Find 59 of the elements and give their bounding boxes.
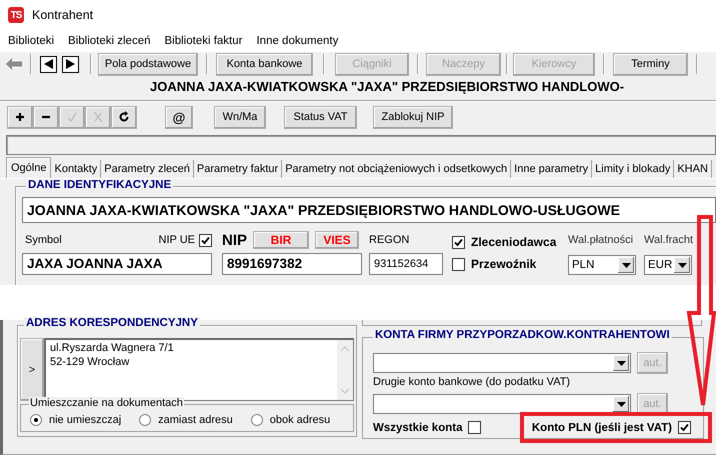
checkmark-icon (200, 234, 211, 246)
group-title: DANE IDENTYFIKACYJNE (26, 179, 174, 191)
field-label: REGON (369, 234, 410, 246)
regon-field[interactable]: 931152634 (369, 253, 443, 275)
minus-icon[interactable] (33, 106, 59, 128)
toolbar-button[interactable]: Konta bankowe (216, 52, 313, 76)
nip-field[interactable]: 8991697382 (222, 253, 362, 275)
radio-label: zamiast adresu (158, 414, 233, 426)
radio-label: nie umieszczaj (49, 414, 122, 426)
checkbox-label: Konto PLN (jeśli jest VAT) (532, 422, 672, 434)
checkmark-icon (453, 236, 464, 248)
menu-item[interactable]: Inne dokumenty (256, 35, 338, 47)
radio-button[interactable] (139, 414, 152, 426)
field-label: Wal.fracht (644, 234, 694, 246)
group-title: ADRES KORESPONDENCYJNY (24, 317, 200, 329)
field-label: NIP UE (158, 234, 195, 246)
email-button[interactable]: @ (165, 106, 193, 128)
checkbox[interactable] (468, 421, 482, 434)
account-dropdown[interactable] (373, 353, 631, 373)
menu-item[interactable]: Biblioteki (8, 35, 54, 47)
toolbar-button[interactable]: Pola podstawowe (98, 52, 198, 76)
field-label: NIP (222, 232, 248, 248)
checkmark-icon (679, 422, 690, 433)
currency-dropdown[interactable]: PLN (568, 255, 636, 275)
radio-button[interactable] (250, 414, 263, 426)
group-title: KONTA FIRMY PRZYPORZADKOW.KONTRAHENTOWI (373, 329, 672, 341)
checkbox-label: Przewoźnik (471, 257, 536, 271)
toolbar-button[interactable]: Status VAT (284, 106, 357, 128)
checkbox-label: Zleceniodawca (471, 235, 556, 249)
contractor-name-heading: JOANNA JAXA-KWIATKOWSKA "JAXA" PRZEDSIĘBIORSTWO HANDLOWO- (150, 79, 624, 94)
tab[interactable]: Ogólne (6, 157, 52, 178)
field-label: Symbol (24, 234, 62, 246)
menu-item[interactable]: Biblioteki faktur (164, 35, 242, 47)
window-title: Kontrahent (32, 8, 94, 22)
field-label: Wal.płatności (568, 234, 634, 246)
currency-dropdown[interactable]: EUR (644, 255, 692, 275)
checkbox[interactable] (452, 258, 465, 270)
radio-label: obok adresu (270, 414, 330, 426)
address-line: 52-129 Wrocław (50, 355, 130, 369)
toolbar-button[interactable]: Terminy (613, 52, 688, 76)
app-logo: TS (8, 7, 24, 23)
checkbox-label: Wszystkie konta (373, 422, 462, 434)
checkbox[interactable] (452, 236, 465, 248)
group-title: Umieszczanie na dokumentach (29, 397, 184, 409)
menu-item[interactable]: Biblioteki zleceń (68, 35, 150, 47)
toolbar-button[interactable]: Wn/Ma (214, 106, 266, 128)
account-dropdown[interactable] (373, 394, 631, 414)
address-line: ul.Ryszarda Wagnera 7/1 (50, 341, 174, 355)
plus-icon[interactable] (7, 106, 33, 128)
refresh-icon[interactable] (111, 106, 137, 128)
back-arrow-icon[interactable] (6, 58, 22, 70)
toolbar-button[interactable]: Zablokuj NIP (373, 106, 453, 128)
input-field[interactable] (6, 135, 716, 155)
symbol-field[interactable]: JAXA JOANNA JAXA (22, 253, 212, 275)
checkbox[interactable] (199, 234, 212, 246)
company-name-field[interactable]: JOANNA JAXA-KWIATKOWSKA "JAXA" PRZEDSIĘBIORSTWO HANDLOWO-USŁUGOWE (22, 197, 716, 223)
radio-button[interactable] (30, 414, 42, 426)
checkbox[interactable] (678, 421, 691, 434)
field-label: Drugie konto bankowe (do podatku VAT) (373, 375, 572, 390)
